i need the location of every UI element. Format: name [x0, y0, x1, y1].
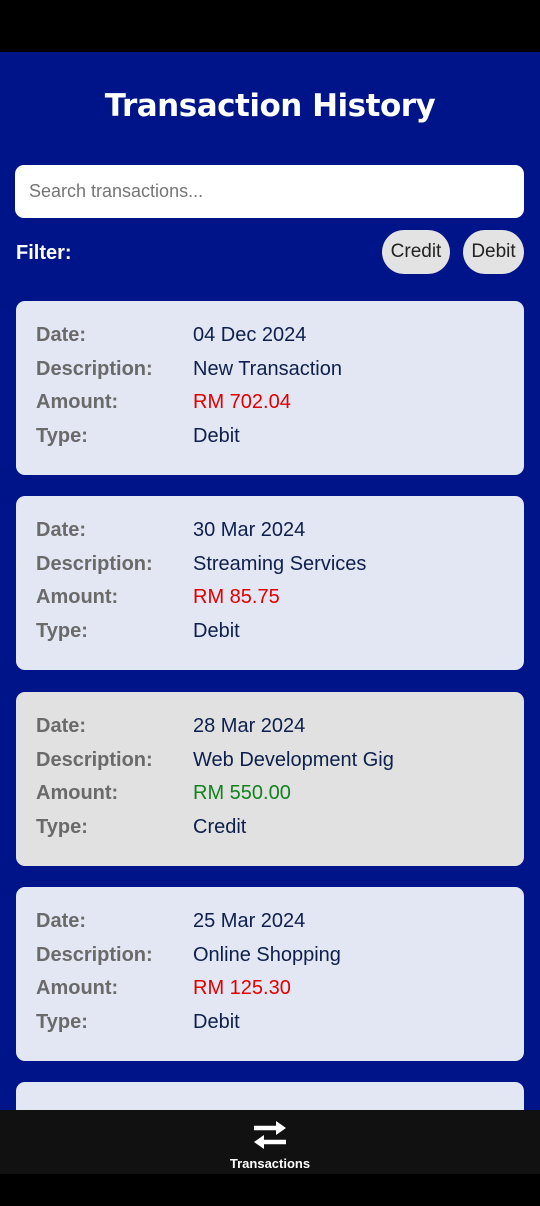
date-label: Date:: [36, 715, 87, 737]
nav-transactions-label: Transactions: [229, 1156, 311, 1171]
type-value: Debit: [193, 620, 240, 642]
date-label: Date:: [36, 519, 87, 541]
transaction-card[interactable]: Date: 30 Mar 2024 Description: Streaming S…: [16, 496, 524, 670]
type-value: Debit: [193, 425, 240, 447]
search-input[interactable]: [15, 165, 524, 218]
type-value: Credit: [193, 816, 247, 838]
swap-arrows-icon: [254, 1121, 286, 1149]
type-label: Type:: [36, 1011, 88, 1033]
date-label: Date:: [36, 324, 87, 346]
type-label: Type:: [36, 816, 88, 838]
amount-label: Amount:: [36, 586, 119, 608]
page-title: Transaction History: [104, 88, 436, 124]
bottom-navigation: Transactions: [0, 1110, 540, 1174]
transaction-card[interactable]: [16, 1082, 524, 1110]
type-label: Type:: [36, 425, 88, 447]
amount-label: Amount:: [36, 782, 119, 804]
transaction-history-screen: Transaction History Filter: Credit Debit…: [0, 52, 540, 1110]
description-value: Online Shopping: [193, 944, 341, 966]
amount-value: RM 125.30: [193, 977, 291, 999]
transaction-card[interactable]: Date: 04 Dec 2024 Description: New Transac…: [16, 301, 524, 475]
amount-value: RM 550.00: [193, 782, 291, 804]
description-value: New Transaction: [193, 358, 342, 380]
description-value: Web Development Gig: [193, 749, 394, 771]
amount-label: Amount:: [36, 391, 119, 413]
status-bar: [0, 0, 540, 52]
description-label: Description:: [36, 358, 153, 380]
filter-label: Filter:: [16, 242, 72, 264]
description-label: Description:: [36, 553, 153, 575]
system-navigation-bar: [0, 1174, 540, 1206]
date-value: 30 Mar 2024: [193, 519, 306, 541]
date-value: 25 Mar 2024: [193, 910, 306, 932]
type-label: Type:: [36, 620, 88, 642]
filter-debit-button[interactable]: Debit: [463, 230, 524, 274]
type-value: Debit: [193, 1011, 240, 1033]
description-label: Description:: [36, 944, 153, 966]
description-value: Streaming Services: [193, 553, 367, 575]
amount-label: Amount:: [36, 977, 119, 999]
amount-value: RM 85.75: [193, 586, 280, 608]
description-label: Description:: [36, 749, 153, 771]
date-value: 28 Mar 2024: [193, 715, 306, 737]
transaction-card[interactable]: Date: 25 Mar 2024 Description: Online Shop…: [16, 887, 524, 1061]
nav-transactions-tab[interactable]: Transactions: [220, 1120, 320, 1174]
filter-credit-button[interactable]: Credit: [382, 230, 450, 274]
date-label: Date:: [36, 910, 87, 932]
date-value: 04 Dec 2024: [193, 324, 307, 346]
transaction-card[interactable]: Date: 28 Mar 2024 Description: Web Develop…: [16, 692, 524, 866]
amount-value: RM 702.04: [193, 391, 291, 413]
